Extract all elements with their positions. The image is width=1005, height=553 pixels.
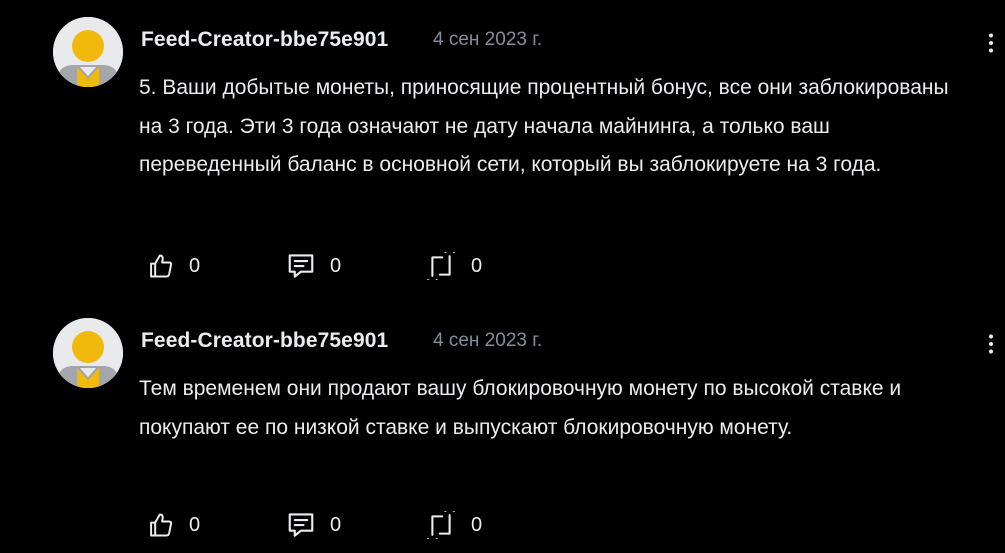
comment-button[interactable]: 0 [286,251,341,281]
repost-icon [425,511,457,539]
avatar-icon[interactable] [53,17,123,87]
like-button[interactable]: 0 [147,510,200,540]
comment-button[interactable]: 0 [286,510,341,540]
repost-button[interactable]: 0 [425,510,482,540]
comment-icon [286,251,316,281]
like-count: 0 [189,513,201,536]
more-vertical-icon[interactable] [988,334,994,354]
repost-count: 0 [471,254,483,277]
like-button[interactable]: 0 [147,251,200,281]
thumbs-up-icon [147,252,175,280]
avatar-icon[interactable] [53,318,123,388]
post-date: 4 сен 2023 г. [433,330,543,351]
post-text: 5. Ваши добытые монеты, приносящие проце… [139,76,949,176]
repost-count: 0 [471,513,483,536]
comment-count: 0 [330,254,342,277]
repost-icon [425,252,457,280]
author-name[interactable]: Feed-Creator-bbe75e901 [141,28,388,52]
comment-count: 0 [330,513,342,536]
like-count: 0 [189,254,201,277]
comment-icon [286,510,316,540]
thumbs-up-icon [147,511,175,539]
post-text: Тем временем они продают вашу блокировоч… [139,377,902,439]
more-vertical-icon[interactable] [988,33,994,53]
author-name[interactable]: Feed-Creator-bbe75e901 [141,329,388,353]
post-date: 4 сен 2023 г. [433,29,543,50]
repost-button[interactable]: 0 [425,251,482,281]
